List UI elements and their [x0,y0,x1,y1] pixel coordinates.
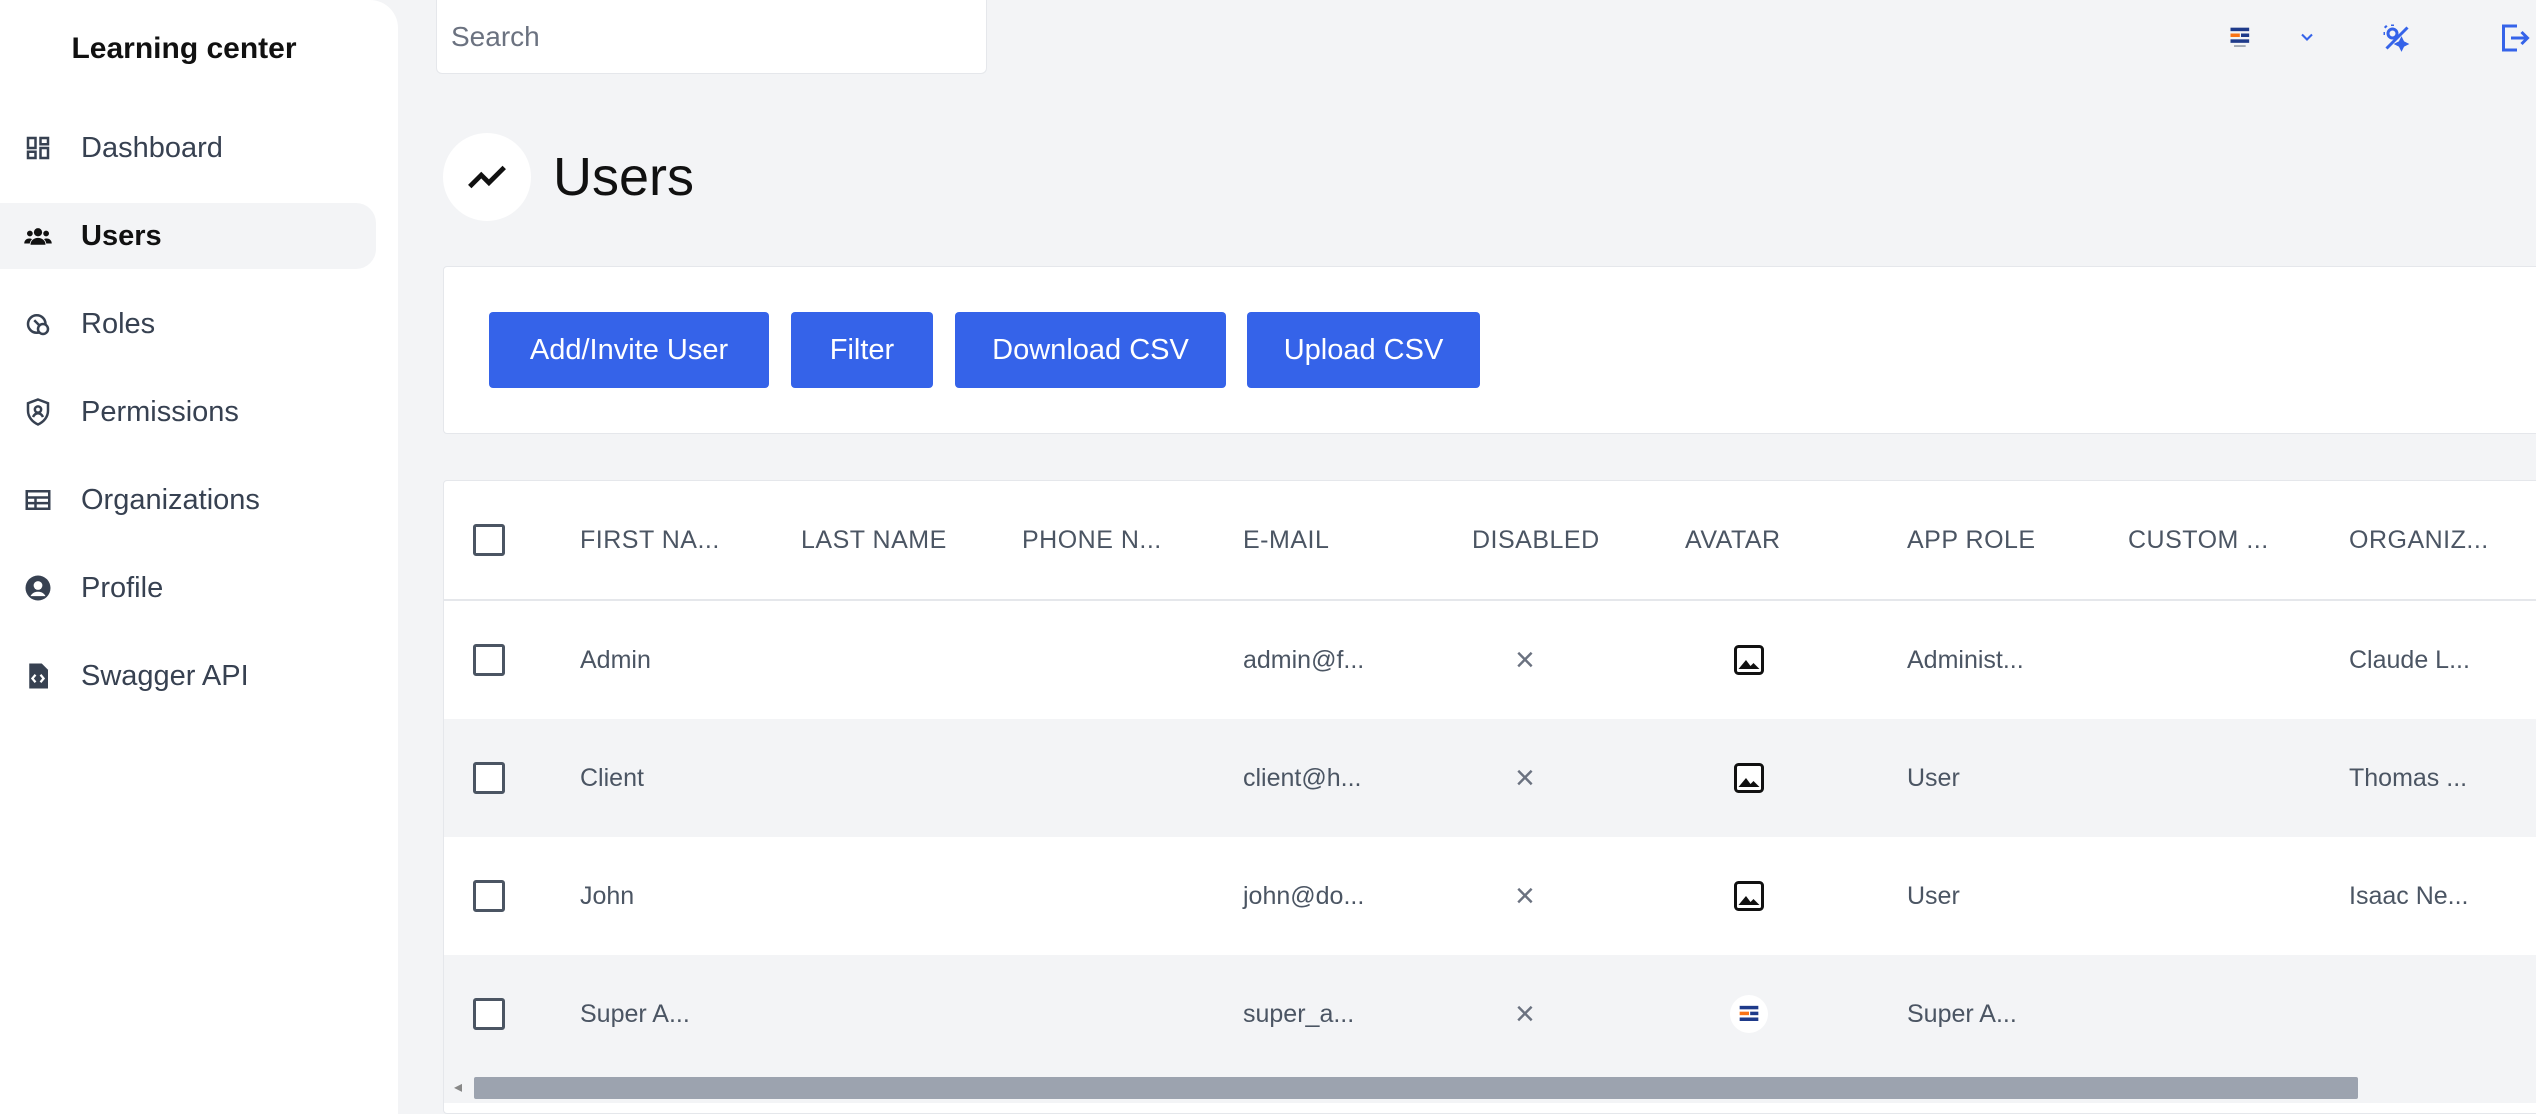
image-icon [1730,641,1768,679]
sidebar-item-label: Users [81,219,162,252]
row-checkbox[interactable] [473,998,505,1030]
image-icon [1730,759,1768,797]
users-table: FIRST NA... LAST NAME PHONE N... E-MAIL … [443,480,2536,1114]
row-checkbox[interactable] [473,644,505,676]
scrollbar-thumb[interactable] [474,1077,2358,1099]
table-row[interactable]: John john@do... × User Isaac Ne... [444,837,2536,955]
sidebar-item-dashboard[interactable]: Dashboard [0,115,376,181]
logout-icon[interactable] [2494,18,2534,58]
add-invite-user-button[interactable]: Add/Invite User [489,312,769,388]
cell-app-role: User [1907,881,1960,910]
search-input[interactable] [436,0,987,74]
page-title: Users [553,147,695,207]
sidebar-item-label: Profile [81,571,164,604]
image-icon [1730,877,1768,915]
actions-card: Add/Invite User Filter Download CSV Uplo… [443,266,2536,434]
sidebar-item-profile[interactable]: Profile [0,555,376,621]
sidebar-item-swagger-api[interactable]: Swagger API [0,643,376,709]
cell-email: super_a... [1243,999,1355,1028]
cell-first-name: Admin [580,645,651,674]
sidebar-item-label: Dashboard [81,131,223,164]
logo-icon [1730,995,1768,1033]
cell-email: client@h... [1243,763,1362,792]
column-header-organization[interactable]: ORGANIZ... [2349,481,2489,599]
sidebar-item-permissions[interactable]: Permissions [0,379,376,445]
row-checkbox[interactable] [473,880,505,912]
column-header-last-name[interactable]: LAST NAME [801,481,947,599]
close-icon: × [1515,994,1535,1033]
dashboard-icon [22,132,54,164]
cell-app-role: Super A... [1907,999,2017,1028]
sidebar-item-roles[interactable]: Roles [0,291,376,357]
user-circle-icon [22,572,54,604]
sidebar-item-organizations[interactable]: Organizations [0,467,376,533]
sidebar: Learning center Dashboard Users Roles Pe… [0,0,398,1114]
close-icon: × [1515,758,1535,797]
sidebar-item-users[interactable]: Users [0,203,376,269]
table-header: FIRST NA... LAST NAME PHONE N... E-MAIL … [444,481,2536,601]
close-icon: × [1515,876,1535,915]
table-row[interactable]: Admin admin@f... × Administ... Claude L.… [444,601,2536,719]
cell-app-role: User [1907,763,1960,792]
cell-first-name: Super A... [580,999,690,1028]
column-header-phone[interactable]: PHONE N... [1022,481,1162,599]
column-header-first-name[interactable]: FIRST NA... [580,481,720,599]
table-row[interactable]: Super A... super_a... × Super A... [444,955,2536,1073]
cell-first-name: Client [580,763,644,792]
column-header-custom[interactable]: CUSTOM ... [2128,481,2269,599]
filter-button[interactable]: Filter [791,312,933,388]
sidebar-item-label: Swagger API [81,659,249,692]
table-row[interactable]: Client client@h... × User Thomas ... [444,719,2536,837]
column-header-app-role[interactable]: APP ROLE [1907,481,2036,599]
column-header-email[interactable]: E-MAIL [1243,481,1329,599]
cell-first-name: John [580,881,635,910]
scroll-left-icon[interactable]: ◂ [454,1077,462,1097]
cell-app-role: Administ... [1907,645,2024,674]
table-icon [22,484,54,516]
close-icon: × [1515,640,1535,679]
row-checkbox[interactable] [473,762,505,794]
cell-email: john@do... [1243,881,1365,910]
cell-organization: Claude L... [2349,645,2470,674]
roles-icon [22,308,54,340]
column-header-disabled[interactable]: DISABLED [1472,481,1600,599]
sidebar-item-label: Organizations [81,483,260,516]
horizontal-scrollbar[interactable]: ◂ ▸ [444,1073,2536,1103]
cell-organization: Isaac Ne... [2349,881,2469,910]
column-header-avatar[interactable]: AVATAR [1685,481,1781,599]
users-icon [22,220,54,252]
cell-email: admin@f... [1243,645,1365,674]
sidebar-item-label: Roles [81,307,156,340]
file-code-icon [22,660,54,692]
upload-csv-button[interactable]: Upload CSV [1247,312,1480,388]
theme-toggle-icon[interactable] [2377,18,2417,58]
cell-organization: Thomas ... [2349,763,2468,792]
select-all-checkbox-cell [473,481,505,599]
brand-title: Learning center [71,32,297,65]
sidebar-item-label: Permissions [81,395,239,428]
trend-line-icon [443,133,531,221]
chevron-down-icon[interactable] [2294,24,2320,50]
download-csv-button[interactable]: Download CSV [955,312,1226,388]
select-all-checkbox[interactable] [473,524,505,556]
shield-icon [22,396,54,428]
logo-icon[interactable] [2226,22,2256,52]
